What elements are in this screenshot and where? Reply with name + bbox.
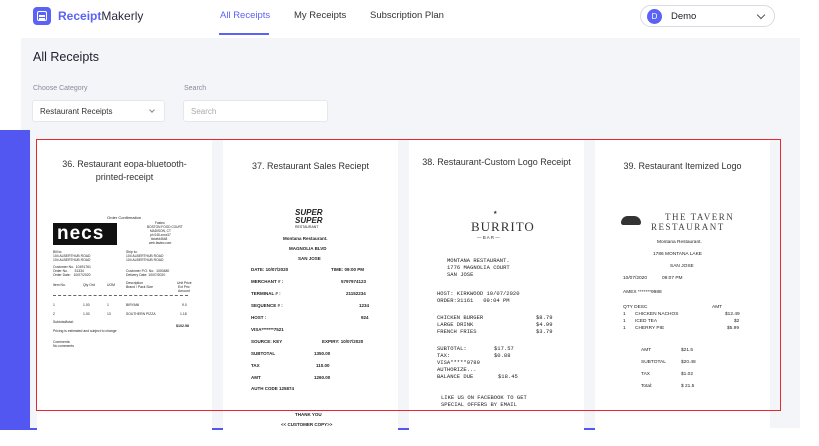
top-navigation-bar: ReceiptMakerly All Receipts My Receipts …	[0, 0, 819, 36]
receipt-text: THANK YOU	[295, 412, 322, 417]
category-select[interactable]: Restaurant Receipts	[32, 100, 165, 122]
category-select-value: Restaurant Receipts	[40, 107, 113, 116]
nav-all-receipts[interactable]: All Receipts	[220, 10, 270, 21]
active-tab-indicator	[219, 33, 269, 35]
highlight-frame	[36, 139, 781, 411]
user-menu[interactable]: D Demo	[640, 5, 775, 27]
category-label: Choose Category	[33, 85, 88, 92]
user-name: Demo	[671, 11, 697, 22]
brand-name[interactable]: ReceiptMakerly	[58, 9, 143, 23]
chevron-down-icon	[149, 107, 155, 113]
avatar: D	[647, 9, 662, 24]
chevron-down-icon	[756, 10, 766, 20]
search-label: Search	[184, 85, 207, 92]
search-input[interactable]	[183, 100, 328, 122]
page-title: All Receipts	[33, 50, 99, 64]
page-bottom	[0, 430, 819, 446]
nav-subscription-plan[interactable]: Subscription Plan	[370, 10, 444, 21]
nav-my-receipts[interactable]: My Receipts	[294, 10, 346, 21]
receipt-text: << CUSTOMER COPY>>	[281, 422, 333, 427]
receipt-logo-icon[interactable]	[33, 7, 51, 25]
